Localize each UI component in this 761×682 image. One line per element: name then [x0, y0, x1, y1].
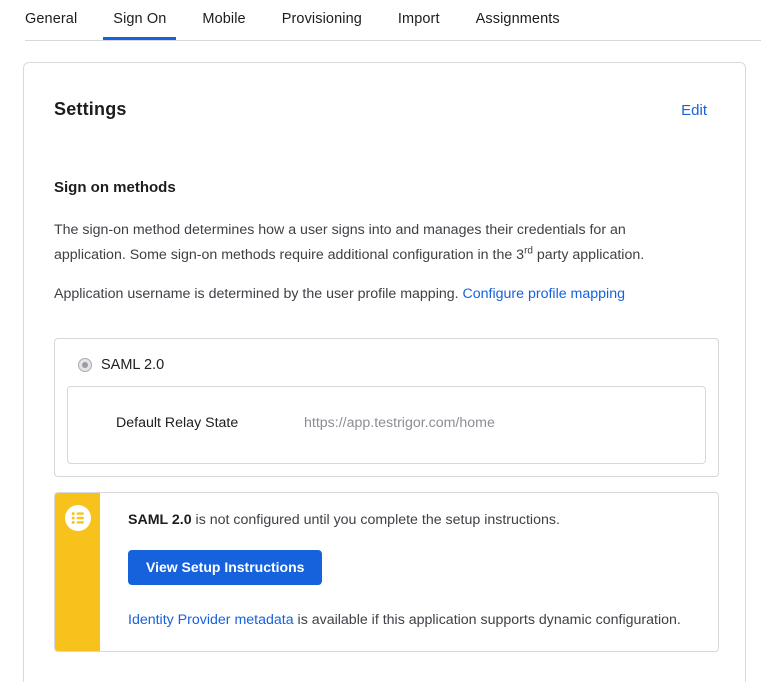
configure-profile-mapping-link[interactable]: Configure profile mapping [463, 286, 625, 302]
description-line-2-end: party application. [533, 247, 644, 263]
setup-warning-callout: SAML 2.0 is not configured until you com… [54, 492, 719, 652]
tab-sign-on[interactable]: Sign On [103, 0, 176, 40]
sign-on-methods-description: The sign-on method determines how a user… [54, 218, 719, 268]
settings-card: Settings Edit Sign on methods The sign-o… [23, 62, 746, 682]
username-mapping-text: Application username is determined by th… [54, 286, 463, 302]
warning-message: SAML 2.0 is not configured until you com… [128, 510, 698, 531]
ordinal-superscript: rd [524, 245, 533, 256]
app-tab-bar: General Sign On Mobile Provisioning Impo… [25, 0, 761, 41]
tab-general[interactable]: General [25, 0, 87, 40]
description-line-1: The sign-on method determines how a user… [54, 222, 626, 238]
tab-assignments[interactable]: Assignments [466, 0, 570, 40]
sign-on-methods-heading: Sign on methods [54, 179, 719, 196]
description-line-2: application. Some sign-on methods requir… [54, 247, 524, 263]
warning-band [55, 493, 100, 651]
username-mapping-note: Application username is determined by th… [54, 282, 719, 307]
warning-message-text: is not configured until you complete the… [192, 512, 560, 528]
saml-method-box: SAML 2.0 Default Relay State https://app… [54, 338, 719, 477]
saml-radio-button[interactable] [78, 358, 92, 372]
warning-content: SAML 2.0 is not configured until you com… [100, 493, 718, 651]
setup-instructions-icon [65, 505, 91, 531]
edit-link[interactable]: Edit [681, 102, 707, 119]
saml-radio-label: SAML 2.0 [101, 357, 164, 373]
default-relay-state-value: https://app.testrigor.com/home [304, 415, 495, 431]
saml-radio-row: SAML 2.0 [67, 353, 706, 373]
warning-method-name: SAML 2.0 [128, 512, 192, 528]
tab-mobile[interactable]: Mobile [192, 0, 255, 40]
tab-provisioning[interactable]: Provisioning [272, 0, 372, 40]
page-title: Settings [54, 99, 127, 120]
default-relay-state-label: Default Relay State [116, 415, 304, 431]
settings-card-header: Settings Edit [54, 87, 719, 132]
view-setup-instructions-button[interactable]: View Setup Instructions [128, 550, 322, 585]
metadata-note: Identity Provider metadata is available … [128, 610, 698, 631]
tab-import[interactable]: Import [388, 0, 450, 40]
relay-state-box: Default Relay State https://app.testrigo… [67, 386, 706, 464]
